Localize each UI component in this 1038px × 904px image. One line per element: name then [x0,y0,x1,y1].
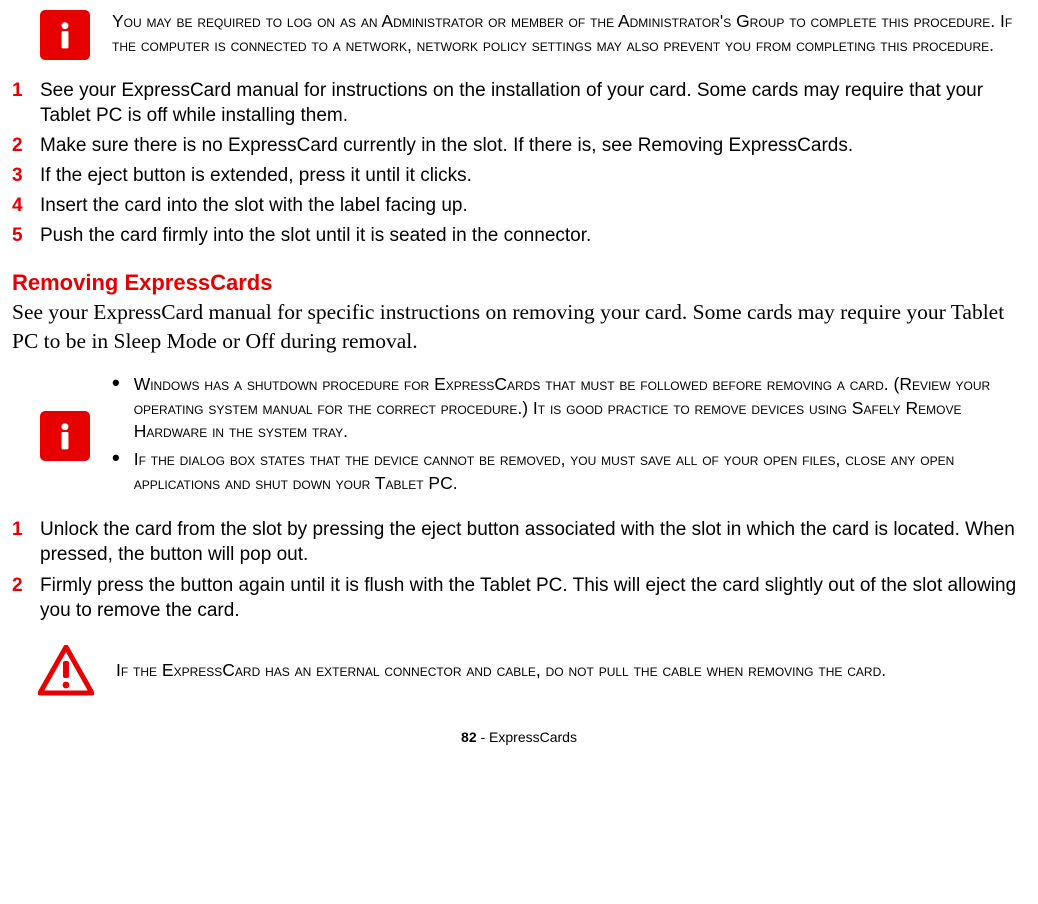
remove-steps: 1Unlock the card from the slot by pressi… [12,517,1026,622]
step-text: Make sure there is no ExpressCard curren… [40,133,853,158]
callout-text: If the ExpressCard has an external conne… [116,659,1026,683]
bullet-dot-icon: • [112,448,120,495]
step-item: 3 If the eject button is extended, press … [12,163,1026,188]
step-text: Push the card firmly into the slot until… [40,223,591,248]
step-item: 4 Insert the card into the slot with the … [12,193,1026,218]
step-number: 1 [12,517,30,567]
page-footer: 82 - ExpressCards [12,729,1026,745]
page-title: - ExpressCards [477,729,577,745]
callout-bullet-item: •Windows has a shutdown procedure for Ex… [112,373,1026,444]
step-text: See your ExpressCard manual for instruct… [40,78,1026,128]
step-text: Firmly press the button again until it i… [40,573,1026,623]
bullet-text: If the dialog box states that the device… [134,448,1026,495]
info-callout-removal: •Windows has a shutdown procedure for Ex… [12,373,1026,499]
step-item: 1See your ExpressCard manual for instruc… [12,78,1026,128]
callout-bullet-item: • If the dialog box states that the devic… [112,448,1026,495]
warning-icon [38,645,94,697]
step-number: 2 [12,133,30,158]
info-icon [40,411,90,461]
install-steps: 1See your ExpressCard manual for instruc… [12,78,1026,248]
step-item: 5 Push the card firmly into the slot unti… [12,223,1026,248]
page-number: 82 [461,729,477,745]
step-text: If the eject button is extended, press i… [40,163,472,188]
section-intro: See your ExpressCard manual for specific… [12,298,1026,355]
bullet-text: Windows has a shutdown procedure for Exp… [134,373,1026,444]
step-number: 2 [12,573,30,623]
info-icon [40,10,90,60]
step-item: 1Unlock the card from the slot by pressi… [12,517,1026,567]
warning-callout: If the ExpressCard has an external conne… [12,645,1026,697]
step-item: 2 Make sure there is no ExpressCard curre… [12,133,1026,158]
bullet-dot-icon: • [112,373,120,444]
callout-bullets: •Windows has a shutdown procedure for Ex… [112,373,1026,499]
step-number: 1 [12,78,30,128]
info-callout-admin: You may be required to log on as an Admi… [12,10,1026,60]
step-number: 3 [12,163,30,188]
step-number: 4 [12,193,30,218]
step-number: 5 [12,223,30,248]
step-text: Unlock the card from the slot by pressin… [40,517,1026,567]
step-item: 2Firmly press the button again until it … [12,573,1026,623]
step-text: Insert the card into the slot with the l… [40,193,468,218]
section-heading: Removing ExpressCards [12,270,1026,296]
callout-text: You may be required to log on as an Admi… [112,10,1026,57]
